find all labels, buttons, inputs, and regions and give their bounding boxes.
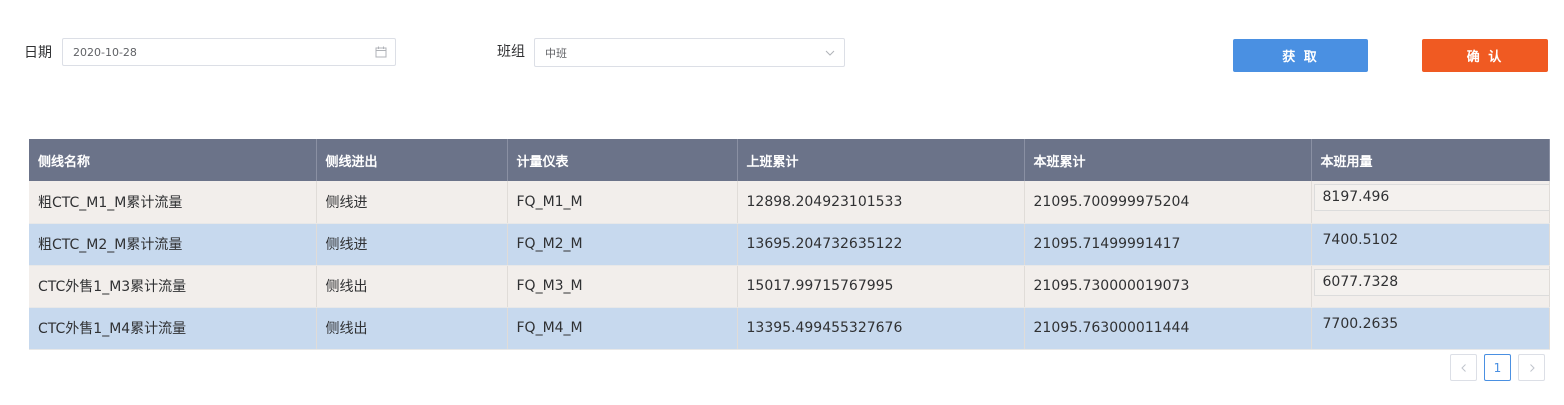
shift-usage-page: 日期 2020-10-28 班组 中班 获 取 确 认 侧线名称 侧线进出 计量… [0, 0, 1564, 405]
shift-select[interactable]: 中班 [534, 38, 845, 67]
side-line-name-cell: 粗CTC_M2_M累计流量 [29, 223, 317, 266]
pagination-page-button[interactable]: 1 [1484, 354, 1511, 381]
column-header: 侧线进出 [316, 139, 508, 181]
previous-shift-total-cell: 13395.499455327676 [737, 307, 1025, 350]
meter-cell: FQ_M2_M [507, 223, 738, 266]
fetch-button[interactable]: 获 取 [1233, 39, 1368, 72]
usage-input[interactable]: 7400.5102 [1314, 227, 1550, 254]
table-row: 粗CTC_M1_M累计流量 侧线进 FQ_M1_M 12898.20492310… [29, 181, 1550, 224]
usage-cell: 7400.5102 [1311, 223, 1550, 266]
column-header: 本班累计 [1024, 139, 1312, 181]
side-line-name-cell: CTC外售1_M4累计流量 [29, 307, 317, 350]
date-label: 日期 [24, 45, 52, 61]
side-line-name-cell: CTC外售1_M3累计流量 [29, 265, 317, 308]
usage-cell: 7700.2635 [1311, 307, 1550, 350]
previous-shift-total-cell: 12898.204923101533 [737, 181, 1025, 224]
side-line-table: 侧线名称 侧线进出 计量仪表 上班累计 本班累计 本班用量 粗CTC_M1_M累… [29, 139, 1550, 350]
calendar-icon[interactable] [367, 39, 395, 65]
current-shift-total-cell: 21095.730000019073 [1024, 265, 1312, 308]
shift-value: 中班 [545, 46, 567, 60]
meter-cell: FQ_M4_M [507, 307, 738, 350]
meter-cell: FQ_M3_M [507, 265, 738, 308]
table-row: 粗CTC_M2_M累计流量 侧线进 FQ_M2_M 13695.20473263… [29, 223, 1550, 266]
table-row: CTC外售1_M3累计流量 侧线出 FQ_M3_M 15017.99715767… [29, 265, 1550, 308]
table-row: CTC外售1_M4累计流量 侧线出 FQ_M4_M 13395.49945532… [29, 307, 1550, 350]
usage-input[interactable]: 7700.2635 [1314, 311, 1550, 338]
current-shift-total-cell: 21095.700999975204 [1024, 181, 1312, 224]
direction-cell: 侧线出 [316, 307, 508, 350]
pagination-prev-button[interactable] [1450, 354, 1477, 381]
direction-cell: 侧线出 [316, 265, 508, 308]
column-header: 侧线名称 [29, 139, 317, 181]
date-picker[interactable]: 2020-10-28 [62, 38, 396, 66]
usage-input[interactable]: 8197.496 [1313, 184, 1550, 212]
confirm-button[interactable]: 确 认 [1422, 39, 1548, 72]
usage-cell: 8197.496 [1311, 181, 1550, 224]
current-shift-total-cell: 21095.763000011444 [1024, 307, 1312, 350]
current-shift-total-cell: 21095.71499991417 [1024, 223, 1312, 266]
chevron-right-icon [1529, 363, 1535, 372]
chevron-left-icon [1460, 363, 1466, 372]
chevron-down-icon[interactable] [816, 39, 844, 66]
previous-shift-total-cell: 13695.204732635122 [737, 223, 1025, 266]
column-header: 上班累计 [737, 139, 1025, 181]
column-header: 计量仪表 [507, 139, 738, 181]
date-value: 2020-10-28 [73, 45, 137, 59]
previous-shift-total-cell: 15017.99715767995 [737, 265, 1025, 308]
usage-cell: 6077.7328 [1311, 265, 1550, 308]
shift-label: 班组 [497, 44, 525, 60]
usage-input[interactable]: 6077.7328 [1313, 268, 1550, 296]
side-line-name-cell: 粗CTC_M1_M累计流量 [29, 181, 317, 224]
direction-cell: 侧线进 [316, 223, 508, 266]
meter-cell: FQ_M1_M [507, 181, 738, 224]
column-header: 本班用量 [1311, 139, 1550, 181]
pagination-next-button[interactable] [1518, 354, 1545, 381]
direction-cell: 侧线进 [316, 181, 508, 224]
table-header-row: 侧线名称 侧线进出 计量仪表 上班累计 本班累计 本班用量 [29, 139, 1550, 181]
